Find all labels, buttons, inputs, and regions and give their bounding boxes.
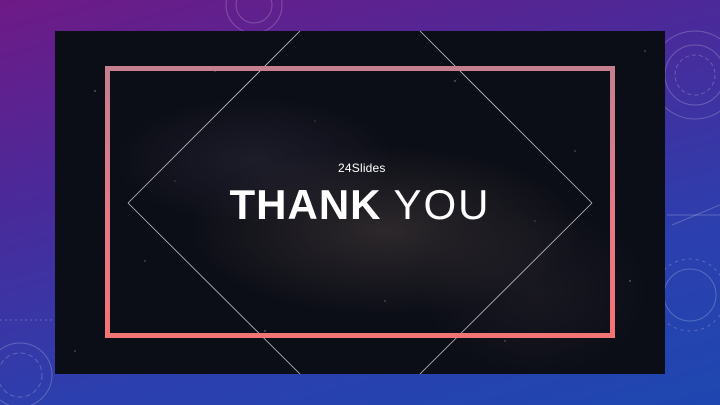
brand-logo: 24Slides [338, 161, 386, 175]
slide-title: THANK YOU [55, 179, 665, 231]
title-bold-word: THANK [229, 181, 382, 228]
slide-panel: 24Slides THANK YOU [55, 31, 665, 374]
title-light-word: YOU [393, 181, 491, 228]
